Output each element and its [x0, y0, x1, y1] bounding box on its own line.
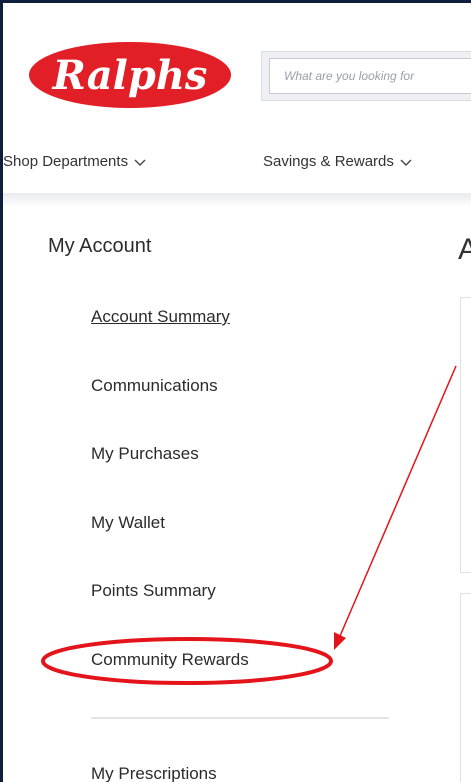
sidebar-divider [91, 717, 389, 719]
sidebar-item-community-rewards[interactable]: Community Rewards [91, 650, 249, 670]
search-input[interactable]: What are you looking for [269, 58, 471, 94]
nav-divider [3, 193, 471, 207]
nav-savings-rewards[interactable]: Savings & Rewards [263, 153, 412, 171]
page-heading: A [458, 233, 471, 266]
site-header: Ralphs What are you looking for [3, 3, 471, 143]
content-card [460, 593, 471, 782]
nav-shop-departments[interactable]: Shop Departments [3, 153, 146, 171]
sidebar-item-my-wallet[interactable]: My Wallet [91, 513, 165, 533]
sidebar-item-my-prescriptions[interactable]: My Prescriptions [91, 764, 217, 782]
main-nav: Shop Departments Savings & Rewards [3, 153, 471, 181]
nav-label: Savings & Rewards [263, 153, 394, 170]
chevron-down-icon [134, 154, 146, 171]
nav-label: Shop Departments [3, 153, 129, 170]
sidebar-item-my-purchases[interactable]: My Purchases [91, 444, 199, 464]
content-card [460, 297, 471, 573]
logo-text: Ralphs [52, 52, 208, 99]
sidebar-item-account-summary[interactable]: Account Summary [91, 307, 230, 327]
app-window: Ralphs What are you looking for Shop Dep… [3, 3, 471, 782]
sidebar-title: My Account [48, 235, 152, 257]
search-bar: What are you looking for [261, 51, 471, 101]
chevron-down-icon [400, 154, 412, 171]
ralphs-logo[interactable]: Ralphs [27, 40, 233, 110]
sidebar-item-points-summary[interactable]: Points Summary [91, 581, 216, 601]
sidebar-item-communications[interactable]: Communications [91, 376, 218, 396]
